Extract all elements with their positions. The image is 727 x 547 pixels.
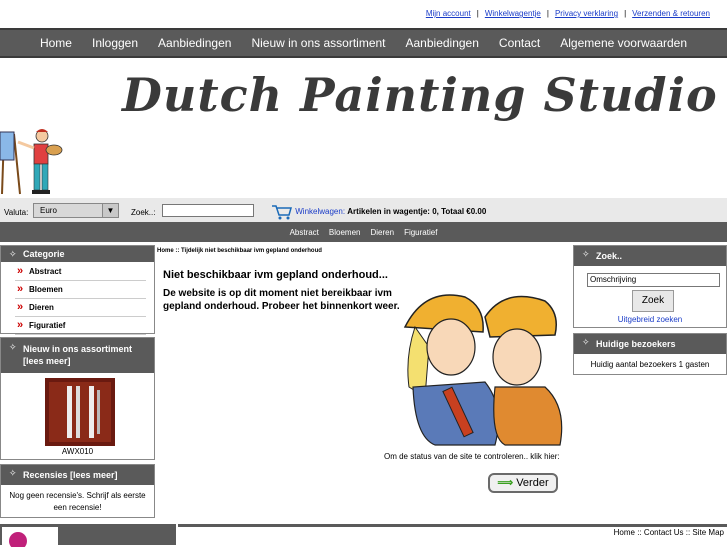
nav-aanbiedingen[interactable]: Aanbiedingen <box>158 36 231 50</box>
status-text: Om de status van de site te controleren.… <box>384 452 560 461</box>
page-title: Niet beschikbaar ivm gepland onderhoud..… <box>163 269 388 281</box>
footer-contact[interactable]: Contact Us <box>644 528 684 537</box>
subnav-figuratief[interactable]: Figuratief <box>404 228 437 237</box>
cart-summary: Artikelen in wagentje: 0, Totaal €0.00 <box>347 207 487 217</box>
arrow-right-icon: ⟹ <box>497 477 514 489</box>
categorie-title: Categorie <box>1 246 154 262</box>
category-figuratief[interactable]: Figuratief <box>15 317 146 335</box>
separator: :: <box>685 528 691 537</box>
toolbar: Valuta: Euro ▼ Zoek..: Winkelwagen: Arti… <box>0 198 727 222</box>
bezoekers-text: Huidig aantal bezoekers 1 gasten <box>590 360 710 369</box>
breadcrumb: Home :: Tijdelijk niet beschikbaar ivm g… <box>157 248 322 254</box>
valuta-label: Valuta: <box>4 208 29 217</box>
maintenance-content: Niet beschikbaar ivm gepland onderhoud..… <box>163 269 403 313</box>
verder-button[interactable]: ⟹ Verder <box>488 473 558 493</box>
link-verzenden[interactable]: Verzenden & retouren <box>632 9 710 18</box>
valuta-select[interactable]: Euro ▼ <box>33 203 119 218</box>
main-nav: Home Inloggen Aanbiedingen Nieuw in ons … <box>0 28 727 58</box>
valuta-value: Euro <box>40 206 57 215</box>
nav-home[interactable]: Home <box>40 36 72 50</box>
category-dieren[interactable]: Dieren <box>15 299 146 317</box>
nav-voorwaarden[interactable]: Algemene voorwaarden <box>560 36 687 50</box>
subnav-abstract[interactable]: Abstract <box>290 228 319 237</box>
advanced-search-link[interactable]: Uitgebreid zoeken <box>574 315 726 324</box>
link-mijn-account[interactable]: Mijn account <box>426 9 471 18</box>
maintenance-message: De website is op dit moment niet bereikb… <box>163 288 400 312</box>
separator: | <box>546 9 549 18</box>
categorie-box: Categorie Abstract Bloemen Dieren Figura… <box>0 245 155 335</box>
partner-logo-icon <box>9 532 27 547</box>
painter-illustration <box>0 129 63 195</box>
subnav-dieren[interactable]: Dieren <box>370 228 394 237</box>
zoek-title: Zoek.. <box>574 246 726 266</box>
separator: | <box>476 9 479 18</box>
search-description-input[interactable]: Omschrijving <box>587 273 720 287</box>
recensies-text: Nog geen recensie's. Schrijf als eerste … <box>9 491 146 512</box>
link-winkelwagentje[interactable]: Winkelwagentje <box>485 9 541 18</box>
subnav-bloemen[interactable]: Bloemen <box>329 228 361 237</box>
nieuw-box: Nieuw in ons assortiment [lees meer] AWX… <box>0 337 155 460</box>
nieuw-title[interactable]: Nieuw in ons assortiment [lees meer] <box>1 338 154 373</box>
category-abstract[interactable]: Abstract <box>15 263 146 281</box>
footer-sitemap[interactable]: Site Map <box>692 528 724 537</box>
footer-logo-area <box>0 524 176 547</box>
nav-nieuw[interactable]: Nieuw in ons assortiment <box>251 36 385 50</box>
site-logo[interactable]: Dutch Painting Studio <box>122 68 718 122</box>
footer-links: Home :: Contact Us :: Site Map <box>178 524 727 545</box>
nav-aanbiedingen-2[interactable]: Aanbiedingen <box>406 36 479 50</box>
link-privacy[interactable]: Privacy verklaring <box>555 9 618 18</box>
recensies-box: Recensies [lees meer] Nog geen recensie'… <box>0 464 155 518</box>
nav-contact[interactable]: Contact <box>499 36 540 50</box>
chevron-down-icon[interactable]: ▼ <box>102 204 118 217</box>
category-bloemen[interactable]: Bloemen <box>15 281 146 299</box>
logo-banner: Dutch Painting Studio <box>0 60 727 198</box>
category-nav: Abstract Bloemen Dieren Figuratief <box>0 222 727 242</box>
product-code[interactable]: AWX010 <box>1 447 154 456</box>
zoek-button[interactable]: Zoek <box>632 290 674 312</box>
zoek-box: Zoek.. Omschrijving Zoek Uitgebreid zoek… <box>573 245 727 328</box>
workers-illustration <box>403 294 563 446</box>
separator: | <box>624 9 627 18</box>
partner-logo[interactable] <box>2 527 58 547</box>
search-input[interactable] <box>162 204 254 217</box>
cart-icon[interactable] <box>271 204 293 220</box>
cart-link[interactable]: Winkelwagen: <box>295 207 345 216</box>
top-links-bar: Mijn account | Winkelwagentje | Privacy verk… <box>0 0 727 20</box>
bezoekers-title: Huidige bezoekers <box>574 334 726 354</box>
bezoekers-box: Huidige bezoekers Huidig aantal bezoeker… <box>573 333 727 375</box>
cart-info: Winkelwagen: Artikelen in wagentje: 0, T… <box>271 204 486 220</box>
recensies-title[interactable]: Recensies [lees meer] <box>1 465 154 485</box>
separator: :: <box>637 528 642 537</box>
verder-label: Verder <box>516 477 549 489</box>
product-thumbnail[interactable] <box>45 378 115 446</box>
search-label: Zoek..: <box>131 208 156 217</box>
footer-home[interactable]: Home <box>614 528 635 537</box>
nav-inloggen[interactable]: Inloggen <box>92 36 138 50</box>
